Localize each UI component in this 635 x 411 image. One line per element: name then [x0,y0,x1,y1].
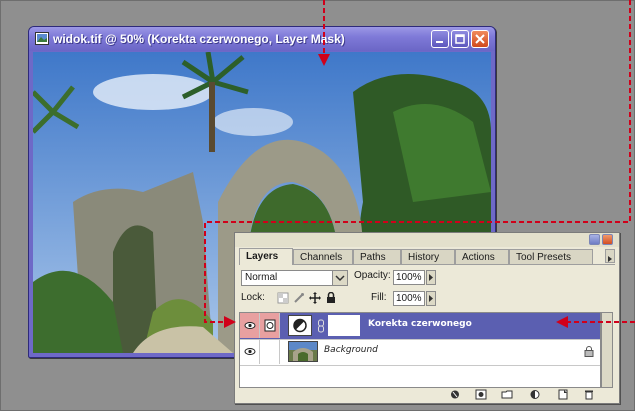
close-icon [475,34,485,44]
chevron-right-icon [608,256,612,262]
document-titlebar[interactable]: widok.tif @ 50% (Korekta czerwonego, Lay… [29,27,495,51]
layers-list[interactable]: Korekta czerwonego Background [239,312,601,388]
new-adjustment-layer-icon[interactable] [529,389,541,400]
chain-link-icon[interactable] [317,319,325,333]
lock-transparency-icon[interactable] [277,292,289,304]
photo-thumbnail-icon [289,342,317,361]
lock-fill-row: Lock: Fill: 100% [239,290,615,308]
tab-actions[interactable]: Actions [455,249,509,264]
document-title: widok.tif @ 50% (Korekta czerwonego, Lay… [53,32,345,46]
blend-mode-select[interactable]: Normal [241,270,348,286]
layer-style-icon[interactable] [449,389,461,400]
lock-all-icon[interactable] [325,292,337,304]
palette-minimize-button[interactable] [589,234,600,245]
fill-slider-button[interactable] [426,291,436,306]
fill-input[interactable]: 100% [393,291,425,306]
background-layer-thumbnail[interactable] [288,341,318,362]
adjustment-layer-thumbnail[interactable] [288,315,312,336]
blend-opacity-row: Normal Opacity: 100% [239,268,615,288]
layer-mask-thumbnail[interactable] [328,315,360,336]
maximize-button[interactable] [451,30,469,48]
lock-label: Lock: [241,292,265,303]
adjustment-circle-icon [293,318,307,333]
tabs-overflow-arrow[interactable] [605,249,615,263]
trash-icon[interactable] [583,389,595,400]
blend-mode-dropdown-button[interactable] [332,271,347,285]
tab-layers[interactable]: Layers [239,248,293,265]
lock-image-pixels-icon[interactable] [293,292,305,304]
triangle-right-icon [429,295,433,302]
eye-icon [244,348,256,355]
layer-visibility-toggle[interactable] [240,313,260,338]
layer-name[interactable]: Background [324,345,378,355]
tab-paths[interactable]: Paths [353,249,401,264]
minimize-button[interactable] [431,30,449,48]
opacity-label: Opacity: [354,270,391,281]
eye-icon [244,322,256,329]
layers-palette[interactable]: Layers Channels Paths History Actions To… [234,232,620,404]
layers-scrollbar[interactable] [601,312,613,388]
opacity-slider-button[interactable] [426,270,436,285]
lock-position-icon[interactable] [309,292,321,304]
maximize-icon [455,34,465,44]
tab-channels[interactable]: Channels [293,249,353,264]
tab-tool-presets[interactable]: Tool Presets [509,249,593,264]
blend-mode-value: Normal [245,272,278,283]
image-document-icon [35,32,49,45]
new-group-icon[interactable] [501,389,513,400]
close-button[interactable] [471,30,489,48]
layer-link-box[interactable] [260,339,280,364]
new-layer-icon[interactable] [557,389,569,400]
layer-row-background[interactable]: Background [240,339,600,366]
layer-row-korekta-czerwonego[interactable]: Korekta czerwonego [240,313,600,340]
palette-tabs: Layers Channels Paths History Actions To… [239,248,615,265]
opacity-input[interactable]: 100% [393,270,425,285]
palette-titlebar[interactable] [235,233,619,247]
minimize-icon [436,41,443,43]
layer-mask-edit-indicator[interactable] [260,313,280,338]
triangle-right-icon [429,274,433,281]
layer-name[interactable]: Korekta czerwonego [368,319,472,329]
lock-icon [584,346,594,357]
fill-label: Fill: [371,292,387,303]
chevron-down-icon [335,275,345,282]
palette-bottom-bar [239,389,615,401]
add-mask-icon[interactable] [475,389,487,400]
tab-history[interactable]: History [401,249,455,264]
palette-close-button[interactable] [602,234,613,245]
layer-mask-icon [264,319,276,332]
layer-visibility-toggle[interactable] [240,339,260,364]
